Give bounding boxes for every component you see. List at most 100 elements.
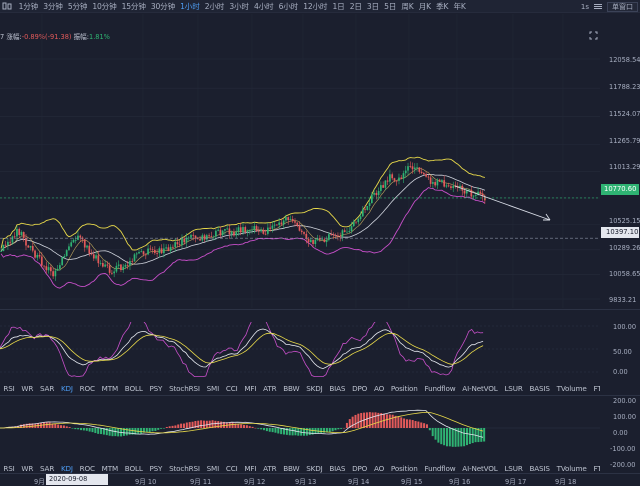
indicator-tab-skdj[interactable]: SKDJ [303,384,326,393]
indicator-tab-bias[interactable]: BIAS [326,464,349,473]
timeframe-2[interactable]: 5分钟 [65,0,90,12]
macd-histogram-bar [171,425,174,428]
indicator-tab-sar[interactable]: SAR [37,384,58,393]
candle-body [13,236,16,238]
macd-histogram-bar [128,428,131,435]
indicator-tab-boll[interactable]: BOLL [121,384,146,393]
timeframe-6[interactable]: 1小时 [178,0,203,12]
indicator-tab-tvolume[interactable]: TVolume [553,384,590,393]
indicator-tab-atr[interactable]: ATR [260,464,280,473]
indicator-tab-psy[interactable]: PSY [146,464,166,473]
candle-body [86,245,88,248]
indicator-tab-ftbs[interactable]: FTBS [590,464,600,473]
indicator-tab-cci[interactable]: CCI [222,384,241,393]
indicator-tab-tvolume[interactable]: TVolume [553,464,590,473]
indicator-tab-rsi[interactable]: RSI [0,384,18,393]
indicator-tab-wr[interactable]: WR [18,464,37,473]
indicator-tab-stochrsi[interactable]: StochRSI [166,384,204,393]
candle-body [29,245,32,248]
indicator-tab-lsur[interactable]: LSUR [501,384,526,393]
indicator-tab-ai-netvol[interactable]: AI-NetVOL [459,384,501,393]
timeframe-3[interactable]: 10分钟 [90,0,119,12]
timeframe-15[interactable]: 5日 [382,0,399,12]
indicator-tab-kdj[interactable]: KDJ [58,464,77,473]
indicator-tab-kdj[interactable]: KDJ [58,384,77,393]
timeframe-12[interactable]: 1日 [330,0,347,12]
timeframe-0[interactable]: 1分钟 [16,0,41,12]
indicator-tab-position[interactable]: Position [388,464,422,473]
timeframe-4[interactable]: 15分钟 [119,0,148,12]
indicator-tab-stochrsi[interactable]: StochRSI [166,464,204,473]
candle-body [27,245,30,248]
candle-body [52,271,54,277]
timeframe-17[interactable]: 月K [416,0,433,12]
timeframe-14[interactable]: 3日 [364,0,381,12]
indicator-tab-mfi[interactable]: MFI [241,464,260,473]
timeframe-8[interactable]: 3小时 [227,0,252,12]
timeframe-1[interactable]: 3分钟 [41,0,66,12]
indicator-tab-roc[interactable]: ROC [76,464,98,473]
macd-indicator-chart[interactable] [0,398,600,456]
candle-body [370,194,373,204]
indicator-tab-bbw[interactable]: BBW [280,464,303,473]
timeframe-5[interactable]: 30分钟 [148,0,177,12]
macd-histogram-bar [463,428,466,447]
candle-body [47,267,50,271]
candle-body [441,180,443,182]
candle-body [300,230,303,233]
indicator-tab-position[interactable]: Position [388,384,422,393]
indicator-tab-smi[interactable]: SMI [203,464,222,473]
main-price-chart[interactable] [0,14,600,308]
timeframe-11[interactable]: 12小时 [301,0,330,12]
timeframe-18[interactable]: 季K [434,0,451,12]
candle-body [355,221,357,223]
indicator-tab-lsur[interactable]: LSUR [501,464,526,473]
indicator-tab-ao[interactable]: AO [371,384,388,393]
indicator-tab-sar[interactable]: SAR [37,464,58,473]
indicator-tab-fundflow[interactable]: Fundflow [421,384,459,393]
timeframe-9[interactable]: 4小时 [251,0,276,12]
indicator-tab-wr[interactable]: WR [18,384,37,393]
candle-body [61,257,64,266]
indicator-tab-bbw[interactable]: BBW [280,384,303,393]
macd-histogram-bar [65,426,68,428]
timeframe-16[interactable]: 周K [399,0,416,12]
indicator-tab-mtm[interactable]: MTM [98,464,121,473]
indicator-tab-roc[interactable]: ROC [76,384,98,393]
indicator-tab-skdj[interactable]: SKDJ [303,464,326,473]
kdj-indicator-chart[interactable] [0,322,600,378]
indicator-tab-cci[interactable]: CCI [222,464,241,473]
bars-icon[interactable] [593,2,603,11]
indicator-tab-rsi[interactable]: RSI [0,464,18,473]
indicator-tab-fundflow[interactable]: Fundflow [421,464,459,473]
toolbar-right: 1s 单窗口 [581,0,638,12]
timeframe-19[interactable]: 年K [451,0,468,12]
indicator-tab-basis[interactable]: BASIS [526,384,553,393]
indicator-tab-mfi[interactable]: MFI [241,384,260,393]
indicator-tab-ao[interactable]: AO [371,464,388,473]
candle-body [77,235,79,240]
indicator-tab-ai-netvol[interactable]: AI-NetVOL [459,464,501,473]
indicator-tab-basis[interactable]: BASIS [526,464,553,473]
pane-divider[interactable] [0,395,640,396]
timeframe-10[interactable]: 6小时 [276,0,301,12]
indicator-tab-smi[interactable]: SMI [203,384,222,393]
indicator-tab-bias[interactable]: BIAS [326,384,349,393]
refresh-interval[interactable]: 1s [581,3,589,11]
indicator-tab-atr[interactable]: ATR [260,384,280,393]
candle-body [187,237,190,239]
chart-type-icon[interactable] [2,2,13,11]
timeframe-13[interactable]: 2日 [347,0,364,12]
indicator-tab-ftbs[interactable]: FTBS [590,384,600,393]
single-window-button[interactable]: 单窗口 [607,1,638,12]
indicator-tab-boll[interactable]: BOLL [121,464,146,473]
macd-histogram-bar [320,428,323,433]
pane-divider[interactable] [0,309,640,310]
candle-body [343,230,346,232]
indicator-tab-dpo[interactable]: DPO [349,384,371,393]
indicator-tab-dpo[interactable]: DPO [349,464,371,473]
macd-histogram-bar [403,418,406,428]
timeframe-7[interactable]: 2小时 [202,0,227,12]
indicator-tab-mtm[interactable]: MTM [98,384,121,393]
indicator-tab-psy[interactable]: PSY [146,384,166,393]
